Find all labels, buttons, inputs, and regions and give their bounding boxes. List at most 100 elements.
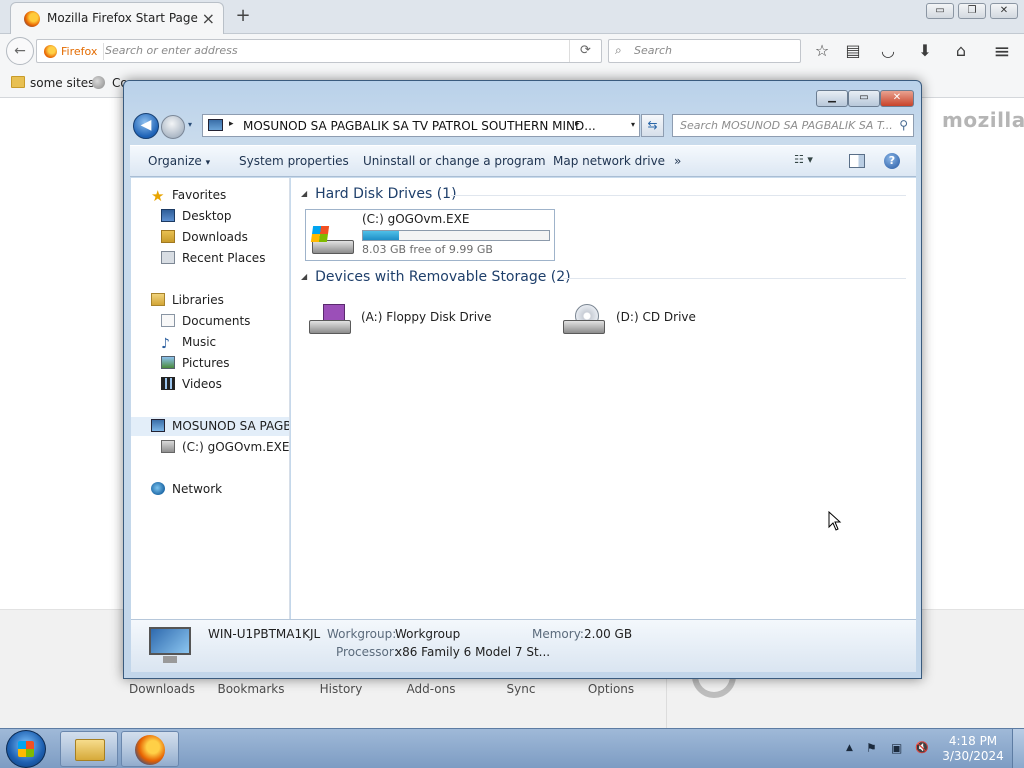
pocket-icon[interactable]: ◡ (876, 40, 900, 62)
nav-label: Documents (182, 314, 251, 328)
workgroup-value: Workgroup (395, 627, 461, 641)
volume-muted-icon[interactable]: 🔇 (915, 741, 929, 754)
refresh-button[interactable]: ⇆ (641, 114, 664, 137)
explorer-close-button[interactable]: ✕ (880, 90, 914, 107)
computer-name: WIN-U1PBTMA1KJL (208, 627, 321, 641)
nav-recent-places[interactable]: Recent Places (161, 249, 265, 268)
taskbar-windows-explorer[interactable] (60, 731, 118, 767)
nav-favorites[interactable]: ★ Favorites (151, 186, 226, 205)
show-hidden-icons-icon[interactable]: ▲ (846, 743, 853, 753)
launcher-downloads[interactable]: Downloads (122, 682, 202, 696)
reload-icon[interactable]: ⟳ (569, 40, 601, 62)
explorer-window: ▁ ▭ ✕ ◀ ▾ ▸ MOSUNOD SA PAGBALIK SA TV PA… (123, 80, 922, 679)
recent-places-icon (161, 251, 175, 264)
address-bar[interactable]: ▸ MOSUNOD SA PAGBALIK SA TV PATROL SOUTH… (202, 114, 640, 137)
nav-drive-c[interactable]: (C:) gOGOvm.EXE (161, 438, 289, 457)
back-button[interactable]: ← (6, 37, 34, 65)
star-icon[interactable]: ☆ (810, 40, 834, 62)
nav-label: Desktop (182, 209, 232, 223)
nav-videos[interactable]: Videos (161, 375, 222, 394)
explorer-maximize-button[interactable]: ▭ (848, 90, 880, 107)
nav-label: MOSUNOD SA PAGBALIK SA TV PATROL SOUTHER… (172, 419, 290, 433)
uninstall-program-button[interactable]: Uninstall or change a program (363, 154, 546, 168)
tab-close-icon[interactable]: × (202, 9, 215, 28)
forward-button[interactable] (161, 115, 185, 139)
breadcrumb-computer[interactable]: MOSUNOD SA PAGBALIK SA TV PATROL SOUTHER… (243, 119, 596, 133)
group-header-hard-disk-drives[interactable]: ◢ Hard Disk Drives (1) (301, 186, 457, 202)
firefox-close-button[interactable]: ✕ (990, 3, 1018, 19)
bookmark-some-sites[interactable]: some sites (30, 76, 94, 90)
nav-libraries[interactable]: Libraries (151, 291, 224, 310)
firefox-tab-strip: Mozilla Firefox Start Page × + ▭ ❐ ✕ (0, 0, 1024, 34)
desktop-icon (161, 209, 175, 222)
nav-downloads[interactable]: Downloads (161, 228, 248, 247)
group-title: Devices with Removable Storage (2) (315, 269, 571, 285)
change-view-icon[interactable]: ☷ ▾ (794, 153, 832, 171)
home-icon[interactable]: ⌂ (949, 40, 973, 62)
drive-name: (C:) gOGOvm.EXE (362, 212, 470, 226)
recent-pages-dropdown[interactable]: ▾ (188, 120, 192, 129)
command-bar: Organize ▾ System properties Uninstall o… (130, 145, 916, 177)
hard-drive-icon (161, 440, 175, 453)
explorer-minimize-button[interactable]: ▁ (816, 90, 848, 107)
nav-label: Videos (182, 377, 222, 391)
launcher-bookmarks[interactable]: Bookmarks (211, 682, 291, 696)
preview-pane-icon[interactable] (849, 154, 865, 168)
search-input[interactable]: Search MOSUNOD SA PAGBALIK SA T... ⚲ (672, 114, 914, 137)
new-tab-button[interactable]: + (232, 4, 254, 28)
nav-documents[interactable]: Documents (161, 312, 250, 331)
download-icon[interactable]: ⬇ (913, 40, 937, 62)
windows-logo-icon (18, 741, 34, 757)
windows-explorer-icon (75, 739, 105, 761)
drive-tile-d[interactable]: (D:) CD Drive (561, 296, 741, 342)
network-status-icon[interactable]: ▣ (891, 741, 902, 755)
search-bar[interactable]: ⌕ Search (608, 39, 801, 63)
pictures-icon (161, 356, 175, 369)
drive-body (563, 320, 605, 334)
breadcrumb-chevron-icon[interactable]: ▸ (229, 119, 234, 129)
launcher-add-ons[interactable]: Add-ons (391, 682, 471, 696)
more-commands-icon[interactable]: » (674, 154, 681, 168)
system-properties-button[interactable]: System properties (239, 154, 349, 168)
help-icon[interactable]: ? (884, 153, 900, 169)
search-icon: ⌕ (615, 43, 622, 57)
nav-network[interactable]: Network (151, 480, 222, 499)
libraries-icon (151, 293, 165, 306)
address-dropdown-icon[interactable]: ▾ (631, 120, 635, 129)
identity-box[interactable]: Firefox (41, 43, 105, 60)
firefox-minimize-button[interactable]: ▭ (926, 3, 954, 19)
taskbar-firefox[interactable] (121, 731, 179, 767)
launcher-history[interactable]: History (301, 682, 381, 696)
drive-tile-c[interactable]: (C:) gOGOvm.EXE 8.03 GB free of 9.99 GB (305, 209, 555, 261)
cd-drive-icon (561, 304, 605, 334)
back-button[interactable]: ◀ (133, 113, 159, 139)
organize-button[interactable]: Organize ▾ (148, 154, 210, 168)
start-button[interactable] (6, 730, 46, 768)
launcher-options[interactable]: Options (571, 682, 651, 696)
clock[interactable]: 4:18 PM 3/30/2024 (940, 734, 1006, 764)
nav-label: Pictures (182, 356, 230, 370)
reading-list-icon[interactable]: ▤ (841, 40, 865, 62)
monitor-stand (163, 656, 177, 663)
computer-monitor-icon (149, 627, 191, 663)
drive-tile-a[interactable]: (A:) Floppy Disk Drive (307, 296, 517, 342)
collapse-triangle-icon: ◢ (301, 189, 308, 198)
nav-computer[interactable]: MOSUNOD SA PAGBALIK SA TV PATROL SOUTHER… (131, 417, 290, 436)
launcher-sync[interactable]: Sync (481, 682, 561, 696)
firefox-restore-button[interactable]: ❐ (958, 3, 986, 19)
nav-pictures[interactable]: Pictures (161, 354, 230, 373)
group-title: Hard Disk Drives (1) (315, 186, 457, 202)
show-desktop-button[interactable] (1012, 729, 1024, 768)
nav-desktop[interactable]: Desktop (161, 207, 232, 226)
drive-name: (A:) Floppy Disk Drive (361, 310, 492, 324)
menu-icon[interactable]: ≡ (990, 40, 1014, 62)
action-center-flag-icon[interactable]: ⚑ (866, 741, 877, 755)
breadcrumb-chevron-icon[interactable]: ▸ (575, 119, 580, 129)
identity-label: Firefox (61, 45, 98, 58)
processor-value: x86 Family 6 Model 7 St... (395, 645, 551, 659)
nav-music[interactable]: ♪ Music (161, 333, 216, 352)
tab-mozilla-firefox-start-page[interactable]: Mozilla Firefox Start Page × (10, 2, 224, 34)
url-bar[interactable]: Firefox Search or enter address ⟳ (36, 39, 602, 63)
map-network-drive-button[interactable]: Map network drive (553, 154, 665, 168)
group-header-removable-storage[interactable]: ◢ Devices with Removable Storage (2) (301, 269, 571, 285)
